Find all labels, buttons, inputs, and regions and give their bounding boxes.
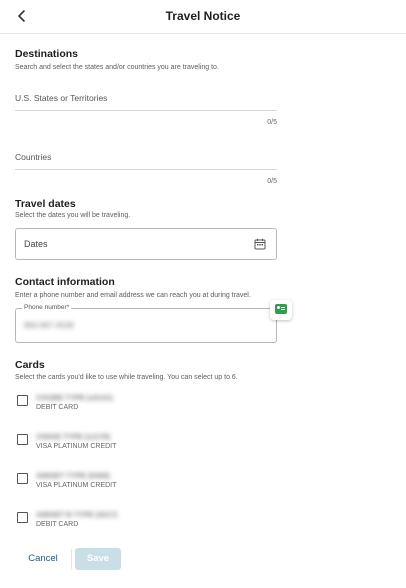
page-title: Travel Notice [165, 9, 241, 23]
countries-counter: 0/5 [267, 178, 277, 185]
destinations-heading: Destinations [15, 48, 79, 60]
destinations-subtitle: Search and select the states and/or coun… [15, 64, 219, 71]
save-button[interactable]: Save [75, 548, 121, 570]
countries-placeholder: Countries [15, 152, 52, 162]
card-name: COUBE TYPE (x2121) [36, 393, 113, 402]
dates-placeholder: Dates [24, 239, 48, 249]
card-item[interactable]: VISIGE TYPE (x1176) VISA PLATINUM CREDIT [17, 432, 277, 460]
states-placeholder: U.S. States or Territories [15, 93, 108, 103]
card-type: DEBIT CARD [36, 404, 79, 411]
phone-number-label: Phone number* [22, 304, 72, 311]
card-item[interactable]: AMISET B TYPE (4217) DEBIT CARD [17, 510, 277, 538]
card-name: VISIGE TYPE (x1176) [36, 432, 111, 441]
contact-subtitle: Enter a phone number and email address w… [15, 292, 251, 299]
dates-input[interactable]: Dates [15, 228, 277, 260]
travel-dates-heading: Travel dates [15, 198, 76, 210]
card-name: AMISET B TYPE (4217) [36, 510, 118, 519]
button-divider [71, 549, 72, 569]
card-checkbox[interactable] [17, 395, 28, 406]
cards-subtitle: Select the cards you'd like to use while… [15, 374, 238, 381]
countries-search-input[interactable]: Countries [15, 148, 277, 170]
contact-heading: Contact information [15, 276, 115, 288]
card-name: AMISET TYPE (0306) [36, 471, 110, 480]
phone-number-value: 860-867-4536 [24, 321, 74, 330]
contact-card-icon[interactable] [270, 300, 292, 320]
states-counter: 0/5 [267, 119, 277, 126]
calendar-icon[interactable] [254, 238, 266, 250]
card-type: VISA PLATINUM CREDIT [36, 482, 117, 489]
travel-dates-subtitle: Select the dates you will be traveling. [15, 212, 131, 219]
cancel-button[interactable]: Cancel [16, 548, 70, 570]
card-item[interactable]: AMISET TYPE (0306) VISA PLATINUM CREDIT [17, 471, 277, 499]
card-checkbox[interactable] [17, 512, 28, 523]
top-bar: Travel Notice [0, 0, 406, 34]
states-search-input[interactable]: U.S. States or Territories [15, 89, 277, 111]
card-type: DEBIT CARD [36, 521, 79, 528]
card-checkbox[interactable] [17, 434, 28, 445]
phone-number-field[interactable]: Phone number* 860-867-4536 [15, 304, 277, 343]
card-checkbox[interactable] [17, 473, 28, 484]
card-type: VISA PLATINUM CREDIT [36, 443, 117, 450]
card-item[interactable]: COUBE TYPE (x2121) DEBIT CARD [17, 393, 277, 421]
cards-heading: Cards [15, 359, 45, 371]
